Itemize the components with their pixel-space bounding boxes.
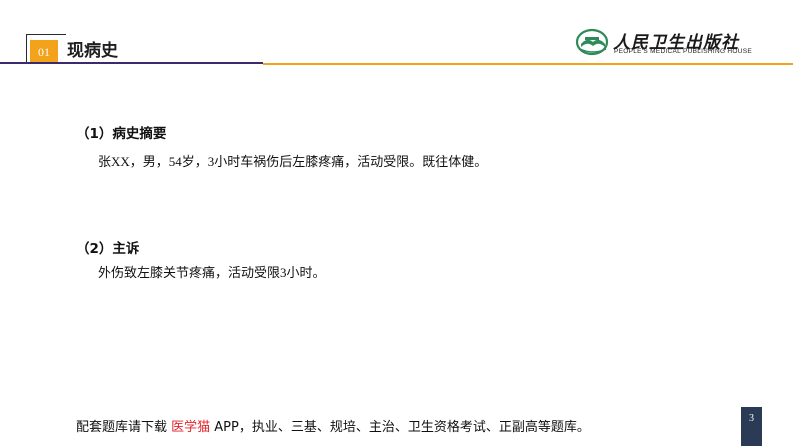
complaint-heading: （2）主诉: [76, 241, 140, 257]
summary-section: （1）病史摘要: [76, 122, 166, 142]
summary-heading: （1）病史摘要: [76, 126, 167, 142]
section-title: 现病史: [67, 41, 118, 61]
publisher-name-en: PEOPLE'S MEDICAL PUBLISHING HOUSE: [614, 48, 753, 55]
complaint-text: 外伤致左膝关节疼痛，活动受限3小时。: [98, 265, 326, 280]
section-number: 01: [30, 40, 58, 64]
footer-note: 配套题库请下载 医学猫 APP，执业、三基、规培、主治、卫生资格考试、正副高等题…: [76, 416, 590, 435]
page-number-badge: 3: [741, 407, 762, 446]
footer-suffix: APP，执业、三基、规培、主治、卫生资格考试、正副高等题库。: [210, 420, 590, 435]
header-rule-dark: [0, 62, 263, 64]
header-rule-orange: [263, 63, 793, 65]
complaint-section: （2）主诉: [76, 237, 139, 257]
book-emblem-icon: [575, 28, 609, 56]
footer-app-name[interactable]: 医学猫: [171, 420, 210, 435]
publisher-logo: 人民卫生出版社 PEOPLE'S MEDICAL PUBLISHING HOUS…: [575, 27, 765, 59]
slide-header: 01 现病史 人民卫生出版社 PEOPLE'S MEDICAL PUBLISHI…: [0, 0, 793, 70]
summary-text: 张XX，男，54岁，3小时车祸伤后左膝疼痛，活动受限。既往体健。: [98, 154, 488, 169]
footer-prefix: 配套题库请下载: [76, 420, 172, 435]
